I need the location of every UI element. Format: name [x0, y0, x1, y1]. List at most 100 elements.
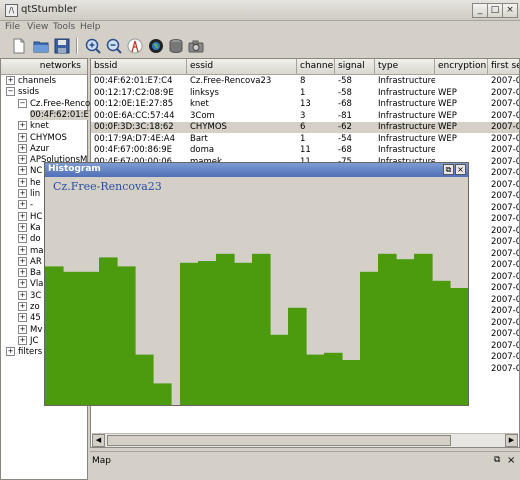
cell-essid: 3Com [190, 110, 215, 121]
new-icon[interactable] [10, 37, 28, 55]
histogram-bar [306, 354, 316, 405]
table-row[interactable]: 00:17:9A:D7:4E:A4 Bart 1 -54 Infrastructure W… [91, 133, 519, 145]
histogram-float-icon[interactable]: ⧉ [443, 164, 454, 175]
tree-item-label: 45 [30, 313, 41, 324]
close-button[interactable]: × [502, 3, 518, 18]
cell-essid: CHYMOS [190, 122, 227, 132]
expand-icon[interactable]: + [18, 132, 27, 142]
expand-icon[interactable]: + [18, 302, 27, 311]
expand-icon[interactable]: + [18, 245, 27, 255]
tree-item-label: he [30, 177, 41, 188]
zoom-in-icon[interactable] [84, 37, 102, 55]
histogram-close-icon[interactable]: × [455, 164, 466, 175]
column-header-channel[interactable]: channel [297, 59, 335, 74]
cell-first: 2007-0 [491, 363, 520, 374]
tree-item[interactable]: + CHYMOS [1, 132, 104, 144]
tower-icon[interactable] [126, 37, 144, 55]
expand-icon[interactable]: + [18, 200, 27, 210]
cell-first: 2007-0 [491, 145, 520, 155]
scroll-left-icon[interactable]: ◀ [92, 434, 105, 447]
expand-icon[interactable]: + [18, 121, 27, 131]
camera-icon[interactable] [187, 37, 205, 55]
globe-icon[interactable] [147, 37, 165, 55]
expand-icon[interactable]: + [18, 155, 27, 165]
expand-icon[interactable]: + [18, 177, 27, 187]
cell-type: Infrastructure [378, 145, 435, 155]
disk-icon[interactable] [167, 37, 185, 55]
expand-icon[interactable]: + [18, 234, 27, 244]
open-icon[interactable] [32, 37, 50, 55]
networks-header-label: networks [39, 61, 81, 71]
networks-header[interactable]: networks [1, 59, 87, 75]
histogram-bar [441, 280, 451, 405]
menu-bar: File View Tools Help [0, 20, 520, 34]
expand-icon[interactable]: + [18, 143, 27, 153]
save-icon[interactable] [53, 37, 71, 55]
column-header-bssid[interactable]: bssid [91, 59, 187, 74]
column-header-first[interactable]: first se [488, 59, 519, 74]
menu-view[interactable]: View [27, 22, 48, 32]
menu-file[interactable]: File [5, 22, 20, 32]
histogram-bar [234, 262, 244, 405]
tree-item-label: Mv [30, 324, 43, 335]
cell-first: 2007-0 [491, 352, 520, 362]
cell-bssid: 00:12:17:C2:08:9E [94, 87, 174, 98]
expand-icon[interactable]: + [6, 347, 15, 357]
cell-first: 2007-0 [491, 179, 520, 190]
menu-help[interactable]: Help [80, 22, 101, 32]
expand-icon[interactable]: + [18, 290, 27, 300]
table-row[interactable]: 00:12:17:C2:08:9E linksys 1 -58 Infrastructu… [91, 87, 519, 99]
tree-item[interactable]: − ssids [1, 87, 92, 98]
expand-icon[interactable]: + [18, 222, 27, 232]
tree-item[interactable]: + channels [1, 76, 92, 87]
collapse-icon[interactable]: − [6, 87, 15, 97]
column-header-signal[interactable]: signal [335, 59, 375, 74]
histogram-bar [405, 259, 415, 405]
histogram-bar [387, 253, 397, 405]
column-header-essid[interactable]: essid [187, 59, 297, 74]
histogram-bar [315, 354, 325, 405]
column-header-encryption[interactable]: encryption [435, 59, 488, 74]
cell-essid: Bart [190, 133, 208, 144]
expand-icon[interactable]: + [18, 189, 27, 198]
expand-icon[interactable]: + [18, 211, 27, 221]
cell-first: 2007-0 [491, 329, 520, 339]
map-float-icon[interactable]: ⧉ [494, 455, 500, 465]
histogram-title-bar[interactable]: Histogram ⧉ × [45, 163, 468, 177]
tree-item[interactable]: + Azur [1, 143, 104, 155]
expand-icon[interactable]: + [18, 335, 27, 345]
title-bar[interactable]: /\ qtStumbler _ □ × [0, 0, 520, 21]
cell-signal: -58 [338, 76, 352, 86]
cell-first: 2007-0 [491, 306, 520, 316]
table-row[interactable]: 00:12:0E:1E:27:85 knet 13 -68 Infrastructure… [91, 99, 519, 110]
map-close-icon[interactable]: × [507, 455, 515, 466]
expand-icon[interactable]: + [18, 279, 27, 289]
expand-icon[interactable]: + [18, 324, 27, 334]
scroll-right-icon[interactable]: ▶ [505, 434, 518, 447]
tree-item[interactable]: − Cz.Free-Rencova23 [1, 98, 104, 110]
app-icon: /\ [5, 4, 18, 17]
histogram-bar [81, 271, 91, 405]
table-row[interactable]: 00:0E:6A:CC:57:44 3Com 3 -81 Infrastructure W… [91, 110, 519, 122]
cell-signal: -68 [338, 99, 352, 109]
zoom-out-icon[interactable] [105, 37, 123, 55]
table-row[interactable]: 00:4F:67:00:86:9E doma 11 -68 Infrastructure… [91, 145, 520, 156]
expand-icon[interactable]: + [6, 76, 15, 85]
minimize-button[interactable]: _ [472, 3, 488, 18]
table-row[interactable]: 00:0F:3D:3C:18:62 CHYMOS 6 -62 Infrastructur… [91, 122, 519, 133]
expand-icon[interactable]: + [18, 166, 27, 176]
tree-item[interactable]: + knet [1, 121, 104, 132]
expand-icon[interactable]: + [18, 256, 27, 266]
scroll-thumb[interactable] [107, 435, 451, 446]
collapse-icon[interactable]: − [18, 98, 27, 108]
menu-tools[interactable]: Tools [53, 22, 75, 32]
horizontal-scrollbar[interactable]: ◀ ▶ [92, 433, 518, 447]
cell-first: 2007-0 [491, 260, 520, 270]
column-header-type[interactable]: type [375, 59, 435, 74]
histogram-bar [270, 334, 280, 405]
expand-icon[interactable]: + [18, 313, 27, 323]
maximize-button[interactable]: □ [487, 3, 503, 18]
histogram-bar [396, 259, 406, 405]
table-row[interactable]: 00:4F:62:01:E7:C4 Cz.Free-Rencova23 8 -58 In… [91, 76, 519, 87]
expand-icon[interactable]: + [18, 268, 27, 278]
